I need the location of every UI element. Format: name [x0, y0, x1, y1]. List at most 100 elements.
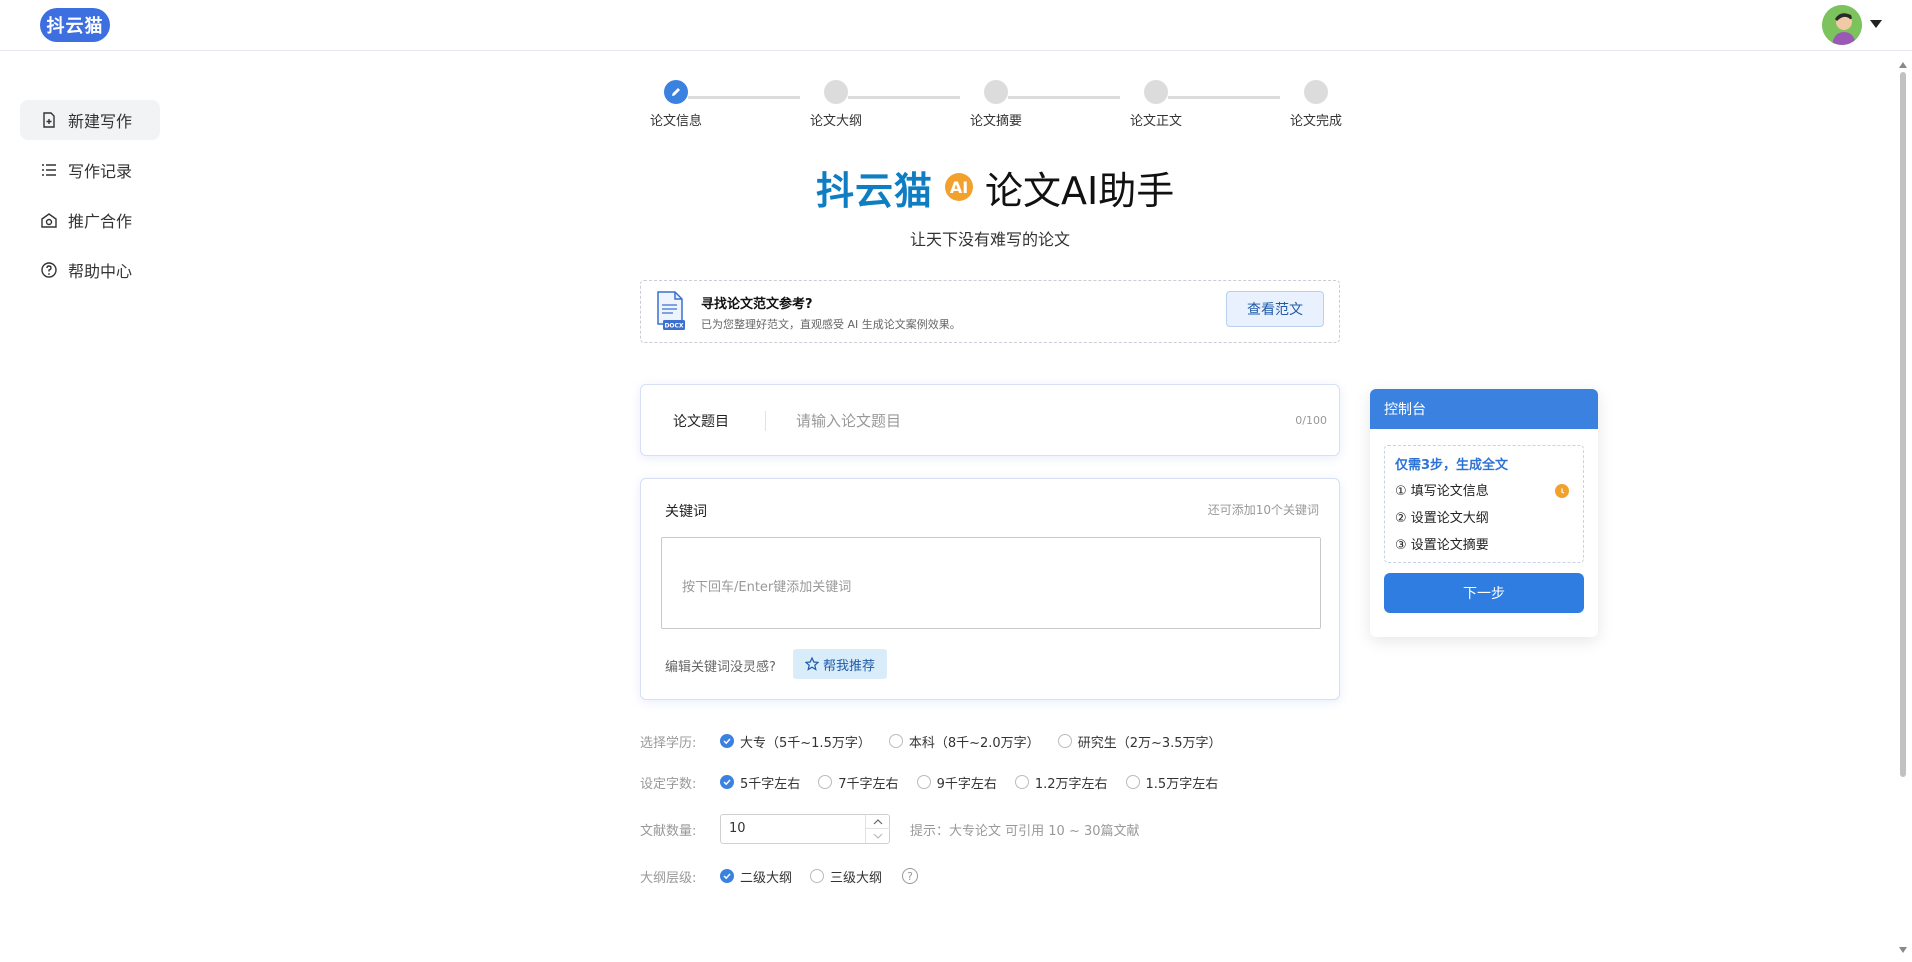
option-text: 7千字左右 — [838, 776, 899, 792]
ai-badge: AI — [945, 173, 974, 201]
word-count-option[interactable]: 5千字左右 — [720, 773, 800, 792]
help-icon — [41, 262, 57, 278]
option-text: 1.5万字左右 — [1145, 776, 1219, 792]
clock-icon — [1555, 484, 1569, 498]
radio-icon[interactable] — [1057, 734, 1072, 748]
radio-checked-icon[interactable] — [720, 775, 734, 789]
scroll-thumb[interactable] — [1900, 72, 1906, 777]
option-text: 1.2万字左右 — [1034, 776, 1108, 792]
view-sample-button[interactable]: 查看范文 — [1226, 291, 1324, 327]
step-dot — [824, 80, 848, 104]
recommend-keywords-button[interactable]: 帮我推荐 — [793, 649, 887, 679]
word-count-option[interactable]: 7千字左右 — [818, 773, 899, 792]
education-option[interactable]: 大专（5千~1.5万字） — [720, 732, 871, 751]
outline-level-row: 大纲层级: 二级大纲 三级大纲 ? — [640, 864, 919, 888]
option-text: 二级大纲 — [740, 870, 793, 886]
console-step: ③ 设置论文摘要 — [1395, 538, 1489, 553]
radio-checked-icon[interactable] — [720, 734, 734, 748]
references-count-input[interactable]: 10 — [720, 814, 890, 844]
promotion-icon — [41, 213, 57, 228]
console-step: ① 填写论文信息 — [1395, 484, 1489, 499]
radio-icon[interactable] — [888, 734, 903, 748]
keywords-title: 关键词 — [665, 504, 707, 520]
word-count-option[interactable]: 1.2万字左右 — [1014, 773, 1108, 792]
keywords-limit: 还可添加10个关键词 — [1207, 503, 1319, 517]
number-stepper — [865, 815, 890, 843]
topic-label: 论文题目 — [673, 414, 729, 430]
divider — [765, 411, 766, 431]
word-count-label: 设定字数: — [640, 776, 697, 792]
radio-icon[interactable] — [1014, 775, 1029, 789]
chevron-up-icon — [873, 818, 883, 824]
caret-down-icon[interactable] — [1870, 20, 1882, 28]
education-option[interactable]: 本科（8千~2.0万字） — [888, 732, 1040, 751]
keywords-input[interactable]: 按下回车/Enter键添加关键词 — [661, 537, 1321, 629]
outline-level-option[interactable]: 二级大纲 — [720, 867, 792, 886]
step-dot — [1304, 80, 1328, 104]
education-row: 选择学历: 大专（5千~1.5万字） 本科（8千~2.0万字） 研究生（2万~3… — [640, 729, 1240, 753]
option-text: 本科（8千~2.0万字） — [908, 735, 1040, 751]
sidebar-item-label: 推广合作 — [68, 212, 133, 231]
outline-level-option[interactable]: 三级大纲 — [810, 867, 882, 886]
radio-icon[interactable] — [1125, 775, 1140, 789]
sidebar-item-new-writing[interactable]: 新建写作 — [20, 100, 160, 140]
docx-label: DOCX — [664, 323, 683, 330]
app-logo[interactable]: 抖云猫 — [40, 8, 110, 42]
option-text: 三级大纲 — [830, 870, 883, 886]
sidebar-item-label: 帮助中心 — [68, 262, 133, 281]
sidebar-item-writing-records[interactable]: 写作记录 — [20, 150, 160, 190]
step-label: 论文信息 — [649, 114, 702, 129]
sidebar-item-label: 写作记录 — [68, 162, 133, 181]
references-count-value: 10 — [729, 821, 746, 836]
references-row: 文献数量: 10 提示：大专论文 可引用 10 ~ 30篇文献 — [640, 813, 1140, 845]
education-option[interactable]: 研究生（2万~3.5万字） — [1057, 732, 1222, 751]
radio-checked-icon[interactable] — [720, 869, 734, 883]
new-document-icon — [43, 112, 55, 128]
sample-paper-card: DOCX 寻找论文范文参考? 已为您整理好范文，直观感受 AI 生成论文案例效果… — [640, 280, 1340, 343]
education-label: 选择学历: — [640, 735, 697, 751]
references-label: 文献数量: — [640, 823, 697, 839]
radio-icon[interactable] — [916, 775, 931, 789]
console-step: ② 设置论文大纲 — [1395, 511, 1489, 526]
top-header: 抖云猫 — [0, 0, 1912, 51]
docx-file-icon: DOCX — [657, 291, 685, 330]
radio-icon[interactable] — [818, 775, 833, 789]
sidebar-item-promotion[interactable]: 推广合作 — [20, 200, 160, 240]
console-steps-box: 仅需3步，生成全文 ① 填写论文信息 ② 设置论文大纲 ③ 设置论文摘要 — [1384, 445, 1584, 563]
option-text: 研究生（2万~3.5万字） — [1077, 735, 1222, 751]
sidebar-item-help-center[interactable]: 帮助中心 — [20, 250, 160, 290]
tagline: 让天下没有难写的论文 — [909, 230, 1070, 249]
option-text: 大专（5千~1.5万字） — [740, 735, 871, 751]
increment-button[interactable] — [866, 815, 890, 829]
step-progress: 论文信息 论文大纲 论文摘要 论文正文 论文完成 — [636, 80, 1342, 130]
next-step-button[interactable]: 下一步 — [1384, 573, 1584, 613]
step-label: 论文完成 — [1289, 114, 1342, 129]
sidebar-item-label: 新建写作 — [68, 112, 133, 131]
topic-card: 论文题目 0/100 — [640, 384, 1340, 456]
radio-icon[interactable] — [810, 869, 825, 883]
scroll-up-arrow-icon[interactable] — [1899, 62, 1907, 68]
step-label: 论文正文 — [1129, 114, 1182, 129]
step-paper-info: 论文信息 — [636, 80, 716, 129]
page-scrollbar[interactable] — [1898, 62, 1908, 962]
page-subtitle: 论文AI助手 — [985, 168, 1175, 213]
keywords-placeholder: 按下回车/Enter键添加关键词 — [682, 580, 852, 595]
question-circle-icon[interactable]: ? — [902, 868, 919, 884]
decrement-button[interactable] — [866, 829, 890, 843]
word-count-row: 设定字数: 5千字左右 7千字左右 9千字左右 1.2万字左右 1.5万字左右 — [640, 770, 1236, 794]
console-box-title: 仅需3步，生成全文 — [1395, 458, 1509, 473]
user-avatar[interactable] — [1822, 5, 1862, 45]
option-text: 5千字左右 — [740, 776, 801, 792]
pencil-icon — [664, 80, 688, 104]
star-icon — [804, 657, 819, 671]
page-title: 抖云猫 AI 论文AI助手 — [816, 162, 1175, 213]
scroll-down-arrow-icon[interactable] — [1899, 947, 1907, 953]
step-dot — [984, 80, 1008, 104]
topic-input[interactable] — [796, 405, 1296, 437]
step-label: 论文大纲 — [809, 114, 862, 129]
word-count-option[interactable]: 1.5万字左右 — [1125, 773, 1219, 792]
word-count-option[interactable]: 9千字左右 — [916, 773, 997, 792]
recommend-label: 帮我推荐 — [822, 658, 875, 674]
outline-level-label: 大纲层级: — [640, 870, 697, 886]
step-dot — [1144, 80, 1168, 104]
